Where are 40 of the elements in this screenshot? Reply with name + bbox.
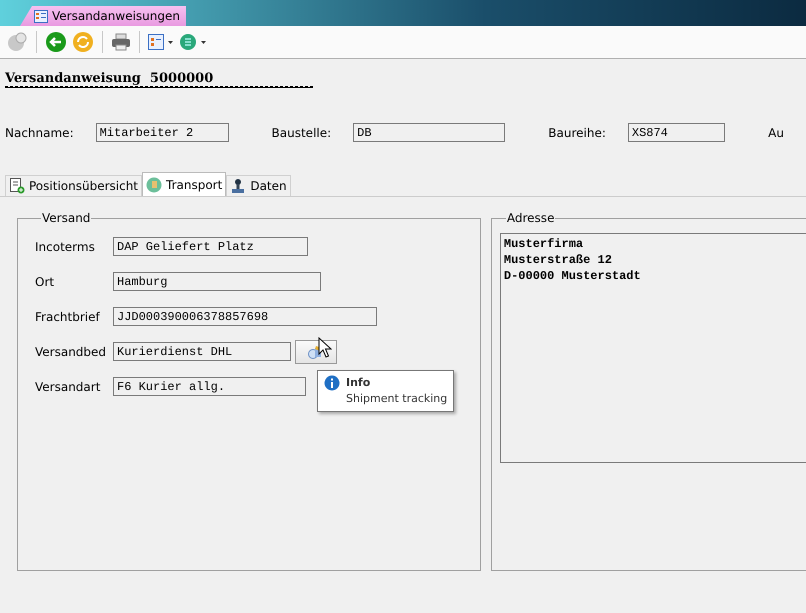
refresh-icon[interactable] [72,31,94,53]
tab[interactable]: Daten [226,175,291,196]
input-field[interactable]: Mitarbeiter 2 [96,123,229,142]
document-add-icon [9,178,25,194]
field-label: Nachname: [5,126,74,140]
field-label: Incoterms [35,240,96,254]
stamp-icon [230,178,246,194]
input-field[interactable]: DB [353,123,506,142]
address-field[interactable]: Musterfirma Musterstraße 12 D-00000 Musterstadt [500,233,806,463]
tab[interactable]: Transport [142,172,226,196]
print-icon[interactable] [111,33,131,51]
input-field[interactable]: Hamburg [113,272,321,291]
list-dropdown-icon[interactable] [179,33,207,51]
info-icon [324,375,340,391]
field-label: Ort [35,274,56,288]
document-tab[interactable]: Versandanweisungen [20,6,186,26]
address-line: D-00000 Musterstadt [504,268,642,284]
field-label: Frachtbrief [35,310,101,324]
tab[interactable]: Positionsübersicht [5,175,142,196]
document-title: Versandanweisung 5000000 [5,71,314,87]
input-field[interactable]: JJD000390006378857698 [113,307,377,326]
field-label: Baureihe: [548,126,606,140]
form-icon [34,10,48,22]
input-field[interactable]: F6 Kurier allg. [113,377,306,396]
tooltip-text: Shipment tracking [346,391,448,407]
field-label: Baustelle: [272,126,332,140]
group-title: Adresse [506,211,556,225]
field-label: Versandart [35,380,102,394]
input-field[interactable]: Kurierdienst DHL [113,342,291,361]
address-line: Musterfirma [504,236,584,252]
input-field[interactable]: DAP Geliefert Platz [113,237,308,256]
tooltip-title: Info [346,375,372,391]
input-field[interactable]: XS874 [628,123,726,142]
field-label: Versandbed [35,344,108,358]
form-dropdown-icon[interactable] [148,33,174,51]
back-icon[interactable] [45,31,67,53]
group-title: Versand [41,211,92,225]
field-label: Au [768,126,784,140]
cursor-icon [318,337,332,359]
address-line: Musterstraße 12 [504,252,613,268]
